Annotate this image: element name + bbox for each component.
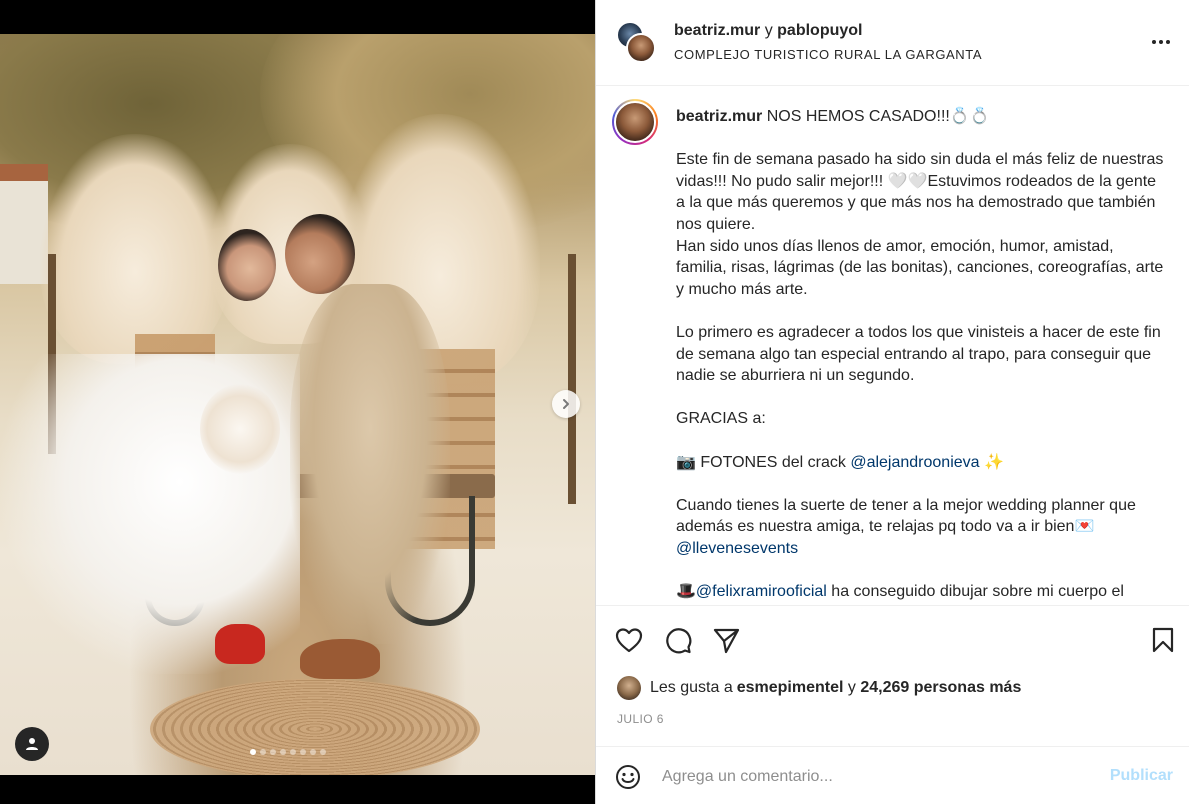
- save-button[interactable]: [1147, 624, 1179, 656]
- authors-conjunction: y: [764, 22, 773, 39]
- mention-link[interactable]: @alejandroonieva: [850, 454, 979, 471]
- publish-button[interactable]: Publicar: [1110, 767, 1173, 785]
- caption-text: FOTONES del crack: [695, 453, 851, 471]
- comment-icon: [666, 628, 692, 654]
- carousel-indicator: [250, 749, 326, 755]
- caption-text: Cuando tienes la suerte de tener a la me…: [676, 496, 1136, 536]
- emoji-button[interactable]: [614, 763, 642, 791]
- caption-text: ha conseguido dibujar sobre mi cuerpo el: [826, 583, 1124, 601]
- chevron-right-icon: [563, 399, 569, 409]
- carousel-dot: [300, 749, 306, 755]
- like-button[interactable]: [613, 624, 645, 656]
- likes-summary: Les gusta a esmepimentel y 24,269 person…: [617, 676, 1021, 700]
- likes-count[interactable]: 24,269 personas más: [860, 679, 1021, 697]
- mention-link[interactable]: @felixramirooficial: [696, 583, 827, 600]
- emoji-icon: [616, 765, 640, 789]
- photo-groom: [290, 284, 450, 644]
- bookmark-icon: [1152, 627, 1174, 653]
- carousel-next-button[interactable]: [552, 390, 580, 418]
- photo-red-shoe: [215, 624, 265, 664]
- user-tag-icon: [26, 738, 38, 750]
- wedding-photo[interactable]: [0, 34, 595, 775]
- add-comment-bar: Publicar: [596, 746, 1189, 804]
- photo-rug: [150, 679, 480, 775]
- carousel-dot: [270, 749, 276, 755]
- post-media: [0, 0, 595, 804]
- more-horizontal-icon: [1152, 40, 1170, 44]
- caption-title: beatriz.mur NOS HEMOS CASADO!!!💍💍: [676, 106, 1166, 128]
- post-header: beatriz.mur y pablopuyol COMPLEJO TURIST…: [596, 0, 1189, 86]
- photo-bouquet: [200, 384, 280, 474]
- author-username-1[interactable]: beatriz.mur: [674, 22, 760, 39]
- photo-groom-head: [285, 214, 355, 294]
- caption-username[interactable]: beatriz.mur: [676, 108, 762, 125]
- carousel-dot: [280, 749, 286, 755]
- collab-avatars[interactable]: [616, 21, 656, 63]
- likes-middle: y: [843, 679, 861, 696]
- comment-input[interactable]: [662, 764, 1082, 790]
- author-username-2[interactable]: pablopuyol: [777, 22, 862, 39]
- caption-paragraph: Han sido unos días llenos de amor, emoci…: [676, 237, 1164, 298]
- mention-link[interactable]: @llevenesevents: [676, 540, 798, 557]
- photo-bride-head: [218, 229, 276, 301]
- share-button[interactable]: [710, 624, 742, 656]
- hat-emoji: 🎩: [676, 583, 696, 601]
- post-details-panel: beatriz.mur y pablopuyol COMPLEJO TURIST…: [595, 0, 1189, 804]
- likes-user[interactable]: esmepimentel: [737, 679, 844, 697]
- user-tag-button[interactable]: [15, 727, 49, 761]
- avatar-image: [614, 101, 656, 143]
- photo-pampas: [40, 134, 230, 364]
- heart-icon: [615, 628, 643, 653]
- post-caption: beatriz.mur NOS HEMOS CASADO!!!💍💍 Este f…: [676, 106, 1166, 603]
- likes-prefix: Les gusta a: [650, 679, 733, 696]
- carousel-dot: [290, 749, 296, 755]
- comment-button[interactable]: [662, 624, 694, 656]
- carousel-dot: [260, 749, 266, 755]
- caption-section: beatriz.mur NOS HEMOS CASADO!!!💍💍 Este f…: [596, 87, 1189, 606]
- post-actions: [596, 620, 1189, 660]
- photo-brown-shoe: [300, 639, 380, 679]
- avatar: [626, 33, 656, 63]
- post-location[interactable]: COMPLEJO TURISTICO RURAL LA GARGANTA: [674, 47, 982, 62]
- photo-lamp-post: [568, 254, 576, 504]
- caption-title-text: NOS HEMOS CASADO!!!💍💍: [762, 108, 990, 125]
- carousel-dot: [320, 749, 326, 755]
- avatar[interactable]: [617, 676, 641, 700]
- caption-paragraph: Lo primero es agradecer a todos los que …: [676, 323, 1161, 385]
- share-icon: [713, 628, 740, 654]
- caption-paragraph: 🎩@felixramirooficial ha conseguido dibuj…: [676, 581, 1166, 603]
- carousel-dot: [310, 749, 316, 755]
- caption-paragraph: 📷 FOTONES del crack @alejandroonieva ✨: [676, 452, 1166, 474]
- carousel-dot: [250, 749, 256, 755]
- caption-text: ✨: [979, 453, 1004, 471]
- caption-paragraph: Este fin de semana pasado ha sido sin du…: [676, 151, 1164, 233]
- post-authors: beatriz.mur y pablopuyol: [674, 22, 862, 40]
- caption-paragraph: GRACIAS a:: [676, 410, 766, 428]
- post-date[interactable]: JULIO 6: [617, 712, 664, 726]
- more-options-button[interactable]: [1149, 30, 1173, 54]
- camera-emoji: 📷: [676, 453, 696, 471]
- avatar[interactable]: [612, 99, 658, 145]
- caption-paragraph: Cuando tienes la suerte de tener a la me…: [676, 495, 1166, 560]
